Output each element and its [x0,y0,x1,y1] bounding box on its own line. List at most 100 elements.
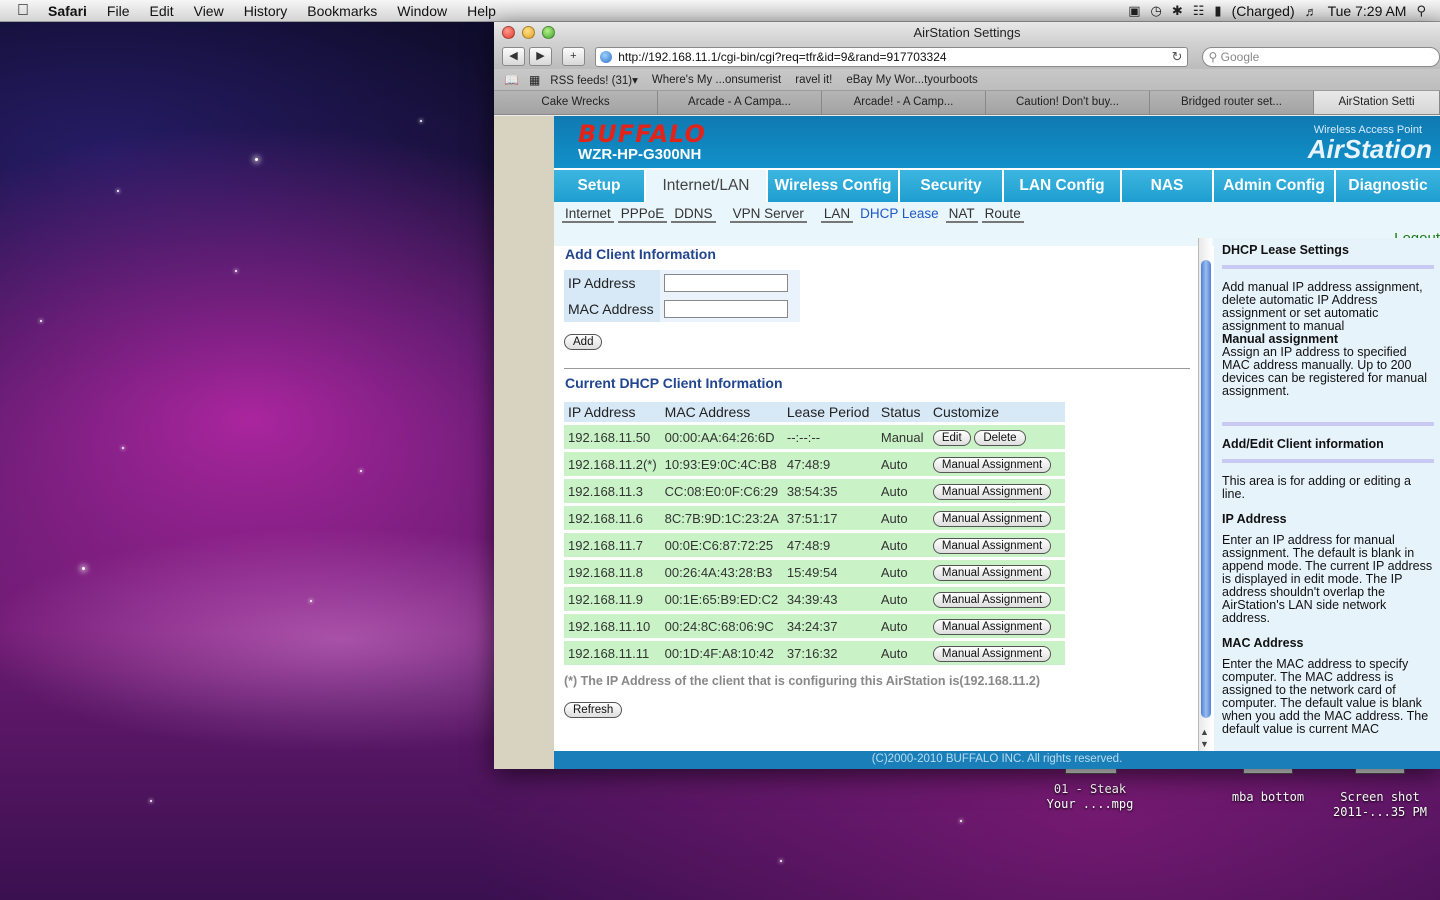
window-titlebar[interactable]: AirStation Settings [494,22,1440,44]
cell-ip: 192.168.11.3 [564,479,661,503]
menu-help[interactable]: Help [457,3,506,19]
tab-internet-lan[interactable]: Internet/LAN [646,170,768,202]
bookmark-item[interactable]: ravel it! [795,74,832,86]
mac-address-input[interactable] [664,300,788,318]
back-button[interactable]: ◀ [502,47,525,66]
desktop-icon-label: Your ....mpg [1046,797,1134,811]
menu-window[interactable]: Window [387,3,457,19]
add-button[interactable]: Add [564,334,603,350]
browser-tab[interactable]: Arcade - A Campa... [658,91,822,114]
subtab-nat[interactable]: NAT [945,206,978,223]
browser-tab[interactable]: Caution! Don't buy... [986,91,1150,114]
menu-edit[interactable]: Edit [139,3,183,19]
scrollbar-thumb[interactable] [1201,260,1211,718]
browser-tab[interactable]: Bridged router set... [1150,91,1314,114]
bookmarks-bar: 📖 ▦ RSS feeds! (31)▾ Where's My ...onsum… [494,69,1440,91]
desktop-icon-label: 01 - Steak [1053,782,1127,796]
close-window-icon[interactable] [502,26,515,39]
dropbox-icon[interactable]: ▣ [1128,3,1140,19]
add-bookmark-button[interactable]: + [561,47,585,66]
tab-setup[interactable]: Setup [554,170,646,202]
reading-list-icon[interactable]: 📖 [504,73,519,87]
ip-address-input[interactable] [664,274,788,292]
subtab-pppoe[interactable]: PPPoE [617,206,668,223]
buffalo-logo: BUFFALO [578,120,706,148]
manual-assignment-button[interactable]: Manual Assignment [932,645,1052,662]
bookmark-item[interactable]: eBay My Wor...tyourboots [846,74,977,86]
subtab-route[interactable]: Route [981,206,1024,223]
cell-lease: 34:24:37 [782,614,877,638]
scroll-up-arrow-icon[interactable]: ▲ [1200,727,1209,737]
manual-assignment-button[interactable]: Manual Assignment [932,618,1052,635]
clock[interactable]: Tue 7:29 AM [1328,3,1407,19]
scroll-down-arrow-icon[interactable]: ▼ [1200,739,1209,749]
desktop-icon-steak-video[interactable]: 01 - Steak Your ....mpg [1040,782,1140,812]
cell-lease: 34:39:43 [782,587,877,611]
desktop-icon-screen-shot[interactable]: Screen shot 2011-...35 PM [1325,790,1435,820]
refresh-button[interactable]: Refresh [564,702,623,718]
manual-assignment-button[interactable]: Manual Assignment [932,483,1052,500]
site-globe-icon [599,50,612,63]
minimize-window-icon[interactable] [522,26,535,39]
help-scrollbar[interactable]: ▲ ▼ [1198,238,1212,751]
edit-button[interactable]: Edit [932,429,971,446]
browser-tab-active[interactable]: AirStation Setti [1314,91,1440,114]
apple-menu-icon[interactable]:  [0,2,46,20]
cell-lease: 47:48:9 [782,452,877,476]
browser-tab[interactable]: Cake Wrecks [494,91,658,114]
table-row: 192.168.11.2(*) 10:93:E9:0C:4C:B8 47:48:… [564,452,1065,476]
tab-security[interactable]: Security [900,170,1004,202]
desktop-icon-label: Screen shot [1340,790,1420,804]
cell-lease: 37:16:32 [782,641,877,665]
table-row: 192.168.11.11 00:1D:4F:A8:10:42 37:16:32… [564,641,1065,665]
top-sites-grid-icon[interactable]: ▦ [529,73,540,87]
tab-lan-config[interactable]: LAN Config [1004,170,1122,202]
spotlight-search-icon[interactable]: ⚲ [1416,3,1426,19]
subtab-vpn-server[interactable]: VPN Server [729,206,807,223]
menu-app-name[interactable]: Safari [46,3,97,19]
delete-button[interactable]: Delete [974,429,1026,446]
ip-address-cell [660,270,800,296]
add-client-form: IP Address MAC Address [564,270,800,322]
address-bar[interactable]: http://192.168.11.1/cgi-bin/cgi?req=tfr&… [594,46,1188,67]
bluetooth-icon[interactable]: ✱ [1172,3,1183,19]
wifi-icon[interactable]: ☷ [1193,3,1205,19]
tab-admin-config[interactable]: Admin Config [1214,170,1336,202]
zoom-window-icon[interactable] [542,26,555,39]
manual-assignment-button[interactable]: Manual Assignment [932,510,1052,527]
menu-view[interactable]: View [184,3,234,19]
cell-customize: Manual Assignment [928,614,1065,638]
cell-lease: 47:48:9 [782,533,877,557]
menu-file[interactable]: File [97,3,140,19]
tab-nas[interactable]: NAS [1122,170,1214,202]
cell-ip: 192.168.11.2(*) [564,452,661,476]
forward-button[interactable]: ▶ [528,47,552,66]
tab-wireless-config[interactable]: Wireless Config [768,170,900,202]
manual-assignment-button[interactable]: Manual Assignment [932,564,1052,581]
volume-icon[interactable]: ♬ [1305,4,1318,19]
menu-history[interactable]: History [234,3,298,19]
reload-icon[interactable]: ↻ [1172,48,1183,66]
help-text: This area is for adding or editing a lin… [1222,474,1411,501]
subtab-ddns[interactable]: DDNS [671,206,716,223]
cell-customize: Manual Assignment [928,587,1065,611]
help-divider [1222,265,1434,269]
battery-status[interactable]: (Charged) [1232,3,1295,19]
bookmark-item[interactable]: RSS feeds! (31)▾ [550,73,638,87]
manual-assignment-button[interactable]: Manual Assignment [932,591,1052,608]
manual-assignment-button[interactable]: Manual Assignment [932,456,1052,473]
browser-tab[interactable]: Arcade! - A Camp... [822,91,986,114]
cell-ip: 192.168.11.8 [564,560,661,584]
subtab-lan[interactable]: LAN [820,206,854,223]
bookmark-item[interactable]: Where's My ...onsumerist [652,74,781,86]
manual-assignment-button[interactable]: Manual Assignment [932,537,1052,554]
tab-diagnostic[interactable]: Diagnostic [1336,170,1440,202]
cell-ip: 192.168.11.10 [564,614,661,638]
subtab-internet[interactable]: Internet [562,206,614,223]
battery-icon[interactable]: ▮ [1214,3,1221,19]
subtab-dhcp-lease[interactable]: DHCP Lease [857,206,942,223]
search-field[interactable]: ⚲ Google [1201,46,1440,67]
desktop-icon-mba-bottom[interactable]: mba bottom [1218,790,1318,805]
menu-bookmarks[interactable]: Bookmarks [297,3,387,19]
time-machine-icon[interactable]: ◷ [1151,3,1162,19]
